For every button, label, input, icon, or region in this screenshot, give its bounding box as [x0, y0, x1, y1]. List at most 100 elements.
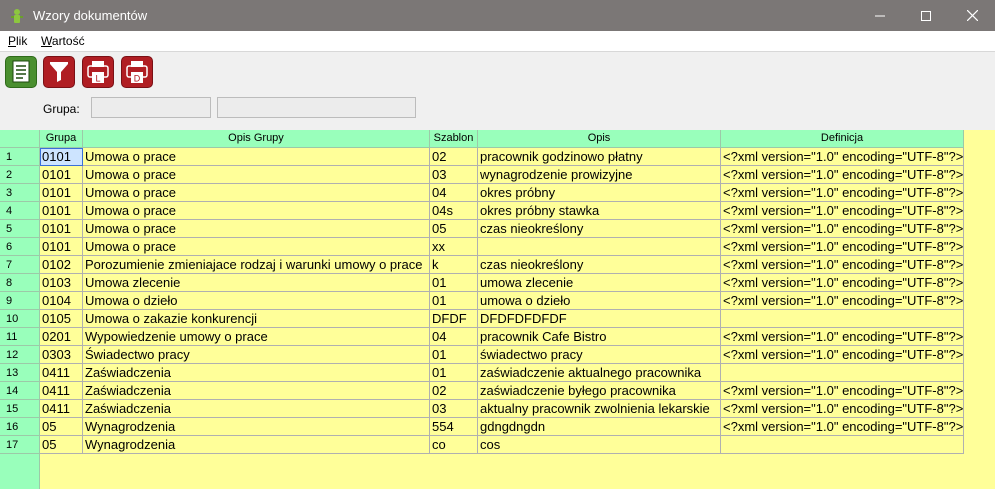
cell-opis-grupy[interactable]: Świadectwo pracy: [83, 346, 430, 364]
cell-opis[interactable]: umowa o dzieło: [478, 292, 721, 310]
print-d-button[interactable]: D: [121, 56, 153, 88]
cell-grupa[interactable]: 0101: [40, 220, 83, 238]
cell-definicja[interactable]: [721, 310, 964, 328]
cell-szablon[interactable]: 02: [430, 148, 478, 166]
minimize-button[interactable]: [857, 0, 903, 31]
cell-opis[interactable]: umowa zlecenie: [478, 274, 721, 292]
cell-szablon[interactable]: 02: [430, 382, 478, 400]
cell-opis-grupy[interactable]: Wynagrodzenia: [83, 436, 430, 454]
cell-grupa[interactable]: 0201: [40, 328, 83, 346]
table-row[interactable]: 11 0201 Wypowiedzenie umowy o prace 04 praco…: [0, 328, 964, 346]
cell-grupa[interactable]: 0101: [40, 238, 83, 256]
documents-grid[interactable]: Grupa Opis Grupy Szablon Opis Definicja …: [0, 130, 995, 489]
cell-definicja[interactable]: <?xml version="1.0" encoding="UTF-8"?>: [721, 166, 964, 184]
grupa-name-input[interactable]: [217, 97, 416, 118]
cell-definicja[interactable]: <?xml version="1.0" encoding="UTF-8"?>: [721, 292, 964, 310]
cell-szablon[interactable]: 554: [430, 418, 478, 436]
menu-plik[interactable]: Plik: [8, 34, 27, 48]
cell-definicja[interactable]: <?xml version="1.0" encoding="UTF-8"?>: [721, 418, 964, 436]
cell-definicja[interactable]: <?xml version="1.0" encoding="UTF-8"?>: [721, 400, 964, 418]
close-button[interactable]: [949, 0, 995, 31]
cell-opis[interactable]: pracownik godzinowo płatny: [478, 148, 721, 166]
cell-grupa[interactable]: 0303: [40, 346, 83, 364]
cell-opis[interactable]: zaświadczenie aktualnego pracownika: [478, 364, 721, 382]
cell-grupa[interactable]: 0101: [40, 166, 83, 184]
cell-grupa[interactable]: 0101: [40, 184, 83, 202]
cell-definicja[interactable]: <?xml version="1.0" encoding="UTF-8"?>: [721, 328, 964, 346]
cell-opis[interactable]: DFDFDFDFDF: [478, 310, 721, 328]
cell-opis[interactable]: okres próbny: [478, 184, 721, 202]
cell-definicja[interactable]: <?xml version="1.0" encoding="UTF-8"?>: [721, 184, 964, 202]
cell-definicja[interactable]: [721, 364, 964, 382]
table-row[interactable]: 4 0101 Umowa o prace 04s okres próbny stawka…: [0, 202, 964, 220]
cell-grupa[interactable]: 05: [40, 418, 83, 436]
cell-definicja[interactable]: <?xml version="1.0" encoding="UTF-8"?>: [721, 202, 964, 220]
cell-grupa[interactable]: 0105: [40, 310, 83, 328]
cell-opis-grupy[interactable]: Zaświadczenia: [83, 382, 430, 400]
cell-opis-grupy[interactable]: Umowa o prace: [83, 148, 430, 166]
cell-grupa[interactable]: 0102: [40, 256, 83, 274]
cell-szablon[interactable]: k: [430, 256, 478, 274]
cell-szablon[interactable]: 01: [430, 274, 478, 292]
table-row[interactable]: 8 0103 Umowa zlecenie 01 umowa zlecenie <?xml…: [0, 274, 964, 292]
cell-szablon[interactable]: co: [430, 436, 478, 454]
cell-opis-grupy[interactable]: Umowa o prace: [83, 238, 430, 256]
maximize-button[interactable]: [903, 0, 949, 31]
cell-grupa[interactable]: 0411: [40, 400, 83, 418]
cell-grupa[interactable]: 0103: [40, 274, 83, 292]
grupa-code-input[interactable]: [91, 97, 211, 118]
print-l-button[interactable]: L: [82, 56, 114, 88]
cell-opis-grupy[interactable]: Zaświadczenia: [83, 400, 430, 418]
cell-definicja[interactable]: <?xml version="1.0" encoding="UTF-8"?>: [721, 274, 964, 292]
cell-grupa[interactable]: 05: [40, 436, 83, 454]
cell-szablon[interactable]: 01: [430, 364, 478, 382]
cell-opis-grupy[interactable]: Umowa o prace: [83, 184, 430, 202]
cell-opis[interactable]: czas nieokreślony: [478, 220, 721, 238]
cell-szablon[interactable]: 01: [430, 292, 478, 310]
cell-opis-grupy[interactable]: Umowa o zakazie konkurencji: [83, 310, 430, 328]
cell-definicja[interactable]: [721, 436, 964, 454]
menu-wartosc[interactable]: Wartość: [41, 34, 85, 48]
table-row[interactable]: 14 0411 Zaświadczenia 02 zaświadczenie byłeg…: [0, 382, 964, 400]
table-row[interactable]: 7 0102 Porozumienie zmieniajace rodzaj i w…: [0, 256, 964, 274]
cell-definicja[interactable]: <?xml version="1.0" encoding="UTF-8"?>: [721, 220, 964, 238]
column-header-grupa[interactable]: Grupa: [40, 130, 83, 148]
cell-grupa[interactable]: 0411: [40, 382, 83, 400]
cell-opis-grupy[interactable]: Porozumienie zmieniajace rodzaj i warunk…: [83, 256, 430, 274]
column-header-opis[interactable]: Opis: [478, 130, 721, 148]
table-row[interactable]: 17 05 Wynagrodzenia co cos: [0, 436, 964, 454]
document-list-button[interactable]: [5, 56, 37, 88]
table-row[interactable]: 15 0411 Zaświadczenia 03 aktualny pracownik …: [0, 400, 964, 418]
table-row[interactable]: 2 0101 Umowa o prace 03 wynagrodzenie prowiz…: [0, 166, 964, 184]
table-row[interactable]: 6 0101 Umowa o prace xx <?xml version="1.0" …: [0, 238, 964, 256]
cell-definicja[interactable]: <?xml version="1.0" encoding="UTF-8"?>: [721, 148, 964, 166]
cell-szablon[interactable]: xx: [430, 238, 478, 256]
cell-opis-grupy[interactable]: Wynagrodzenia: [83, 418, 430, 436]
cell-opis-grupy[interactable]: Umowa zlecenie: [83, 274, 430, 292]
cell-opis[interactable]: cos: [478, 436, 721, 454]
cell-szablon[interactable]: 03: [430, 400, 478, 418]
table-row[interactable]: 5 0101 Umowa o prace 05 czas nieokreślony <?x…: [0, 220, 964, 238]
filter-button[interactable]: [43, 56, 75, 88]
cell-definicja[interactable]: <?xml version="1.0" encoding="UTF-8"?>: [721, 346, 964, 364]
cell-opis[interactable]: świadectwo pracy: [478, 346, 721, 364]
table-row[interactable]: 10 0105 Umowa o zakazie konkurencji DFDF DFD…: [0, 310, 964, 328]
cell-szablon[interactable]: 05: [430, 220, 478, 238]
cell-definicja[interactable]: <?xml version="1.0" encoding="UTF-8"?>: [721, 382, 964, 400]
table-row[interactable]: 1 0101 Umowa o prace 02 pracownik godzinowo …: [0, 148, 964, 166]
table-row[interactable]: 16 05 Wynagrodzenia 554 gdngdngdn <?xml versi…: [0, 418, 964, 436]
cell-opis[interactable]: zaświadczenie byłego pracownika: [478, 382, 721, 400]
table-row[interactable]: 3 0101 Umowa o prace 04 okres próbny <?xml ve…: [0, 184, 964, 202]
cell-grupa[interactable]: 0411: [40, 364, 83, 382]
cell-szablon[interactable]: 04: [430, 328, 478, 346]
cell-definicja[interactable]: <?xml version="1.0" encoding="UTF-8"?>: [721, 238, 964, 256]
cell-opis-grupy[interactable]: Umowa o prace: [83, 202, 430, 220]
table-row[interactable]: 12 0303 Świadectwo pracy 01 świadectwo pracy…: [0, 346, 964, 364]
cell-grupa[interactable]: 0104: [40, 292, 83, 310]
cell-opis[interactable]: wynagrodzenie prowizyjne: [478, 166, 721, 184]
column-header-opis-grupy[interactable]: Opis Grupy: [83, 130, 430, 148]
cell-opis-grupy[interactable]: Wypowiedzenie umowy o prace: [83, 328, 430, 346]
cell-szablon[interactable]: 04: [430, 184, 478, 202]
cell-opis[interactable]: gdngdngdn: [478, 418, 721, 436]
cell-szablon[interactable]: 03: [430, 166, 478, 184]
